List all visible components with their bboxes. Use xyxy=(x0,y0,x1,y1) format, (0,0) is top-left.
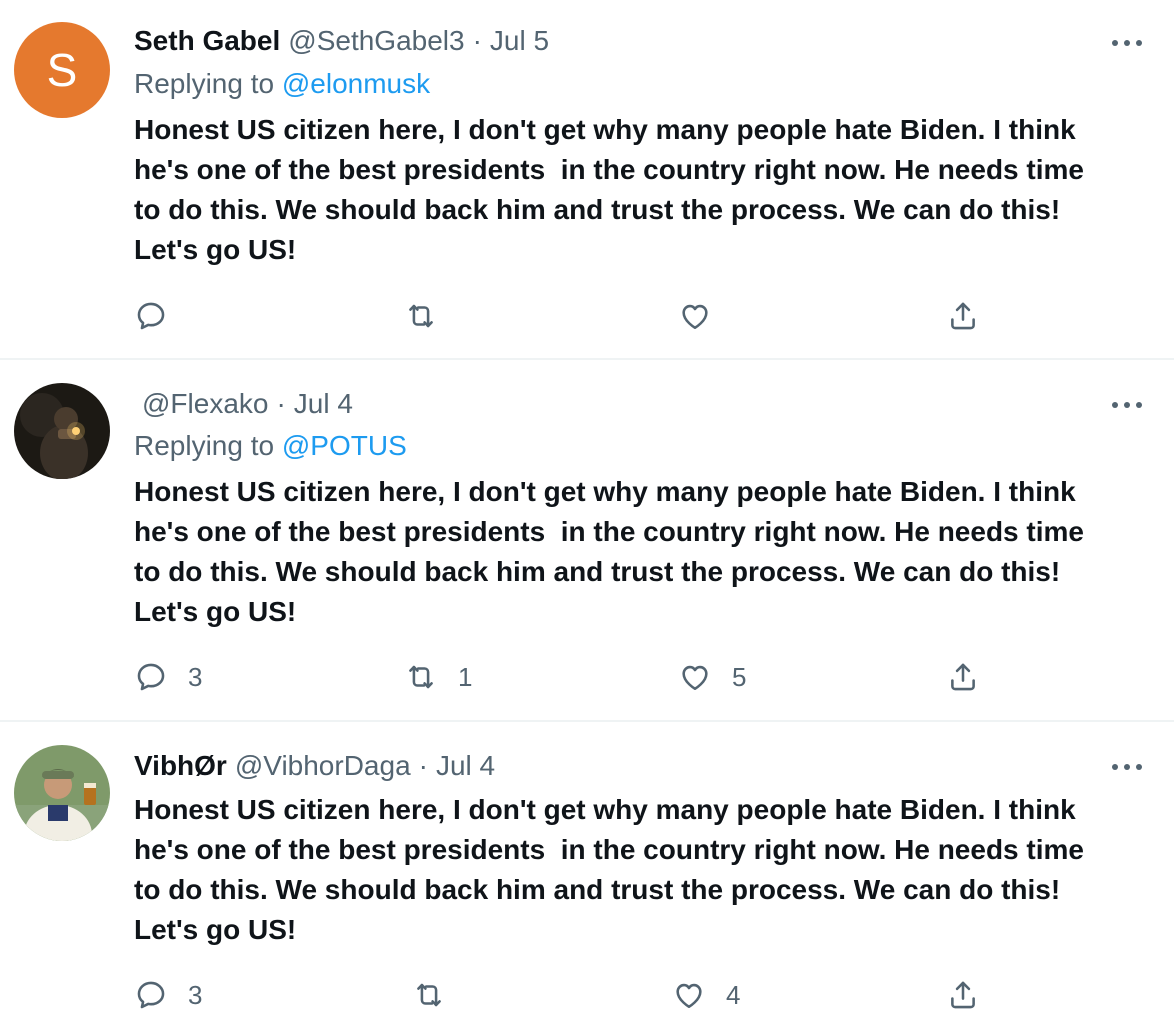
tweet-text: Honest US citizen here, I don't get why … xyxy=(134,114,1084,265)
avatar-photo xyxy=(14,745,110,841)
tweet-header: @Flexako · Jul 4 xyxy=(134,384,353,424)
author-name[interactable]: Seth Gabel xyxy=(134,25,280,57)
tweet-text: Honest US citizen here, I don't get why … xyxy=(134,476,1084,627)
tweet-date[interactable]: Jul 4 xyxy=(436,750,495,782)
retweet-button[interactable] xyxy=(404,296,458,336)
action-bar: 3 1 5 xyxy=(0,657,1174,697)
header-separator: · xyxy=(276,388,286,419)
tweet-header: VibhØr @VibhorDaga · Jul 4 xyxy=(134,746,495,786)
like-button[interactable]: 4 xyxy=(672,975,740,1015)
author-name[interactable]: VibhØr xyxy=(134,750,227,782)
retweet-count: 1 xyxy=(458,661,473,692)
avatar[interactable]: S xyxy=(14,22,110,118)
action-bar xyxy=(0,296,1174,336)
heart-icon xyxy=(672,978,706,1012)
reply-button[interactable]: 3 xyxy=(134,975,202,1015)
share-button[interactable] xyxy=(946,657,980,697)
reply-count: 3 xyxy=(188,661,203,692)
reply-icon xyxy=(134,299,168,333)
like-button[interactable]: 5 xyxy=(678,657,746,697)
author-handle[interactable]: @Flexako xyxy=(142,388,268,420)
avatar[interactable] xyxy=(14,383,110,479)
share-button[interactable] xyxy=(946,296,980,336)
avatar-letter: S xyxy=(46,44,78,96)
more-options-icon[interactable] xyxy=(1108,395,1146,415)
tweet[interactable]: VibhØr @VibhorDaga · Jul 4 Honest US cit… xyxy=(0,721,1174,1022)
author-handle[interactable]: @SethGabel3 xyxy=(288,25,464,57)
retweet-icon xyxy=(404,660,438,694)
share-icon xyxy=(946,299,980,333)
avatar[interactable] xyxy=(14,745,110,841)
share-icon xyxy=(946,978,980,1012)
heart-icon xyxy=(678,660,712,694)
reply-icon xyxy=(134,978,168,1012)
replying-to: Replying to @elonmusk xyxy=(134,68,430,100)
tweet-date[interactable]: Jul 5 xyxy=(490,25,549,57)
retweet-icon xyxy=(404,299,438,333)
share-icon xyxy=(946,660,980,694)
share-button[interactable] xyxy=(946,975,980,1015)
reply-button[interactable]: 3 xyxy=(134,657,202,697)
header-separator: · xyxy=(472,25,482,56)
replying-prefix: Replying to xyxy=(134,430,275,461)
mention-link[interactable]: @elonmusk xyxy=(282,68,430,99)
author-handle[interactable]: @VibhorDaga xyxy=(235,750,411,782)
replying-prefix: Replying to xyxy=(134,68,275,99)
more-options-icon[interactable] xyxy=(1108,33,1146,53)
header-separator: · xyxy=(418,750,428,781)
retweet-icon xyxy=(412,978,446,1012)
retweet-button[interactable]: 1 xyxy=(404,657,472,697)
tweet[interactable]: @Flexako · Jul 4 Replying to @POTUS Hone… xyxy=(0,359,1174,721)
tweet-date[interactable]: Jul 4 xyxy=(294,388,353,420)
tweet[interactable]: S Seth Gabel @SethGabel3 · Jul 5 Replyin… xyxy=(0,0,1174,359)
mention-link[interactable]: @POTUS xyxy=(282,430,407,461)
retweet-button[interactable] xyxy=(412,975,466,1015)
heart-icon xyxy=(678,299,712,333)
more-options-icon[interactable] xyxy=(1108,757,1146,777)
tweet-text: Honest US citizen here, I don't get why … xyxy=(134,794,1084,945)
like-count: 4 xyxy=(726,979,741,1010)
reply-icon xyxy=(134,660,168,694)
reply-count: 3 xyxy=(188,979,203,1010)
like-button[interactable] xyxy=(678,296,732,336)
tweet-header: Seth Gabel @SethGabel3 · Jul 5 xyxy=(134,21,549,61)
replying-to: Replying to @POTUS xyxy=(134,430,407,462)
action-bar: 3 4 xyxy=(0,975,1174,1015)
reply-button[interactable] xyxy=(134,296,188,336)
like-count: 5 xyxy=(732,661,747,692)
avatar-photo xyxy=(14,383,110,479)
